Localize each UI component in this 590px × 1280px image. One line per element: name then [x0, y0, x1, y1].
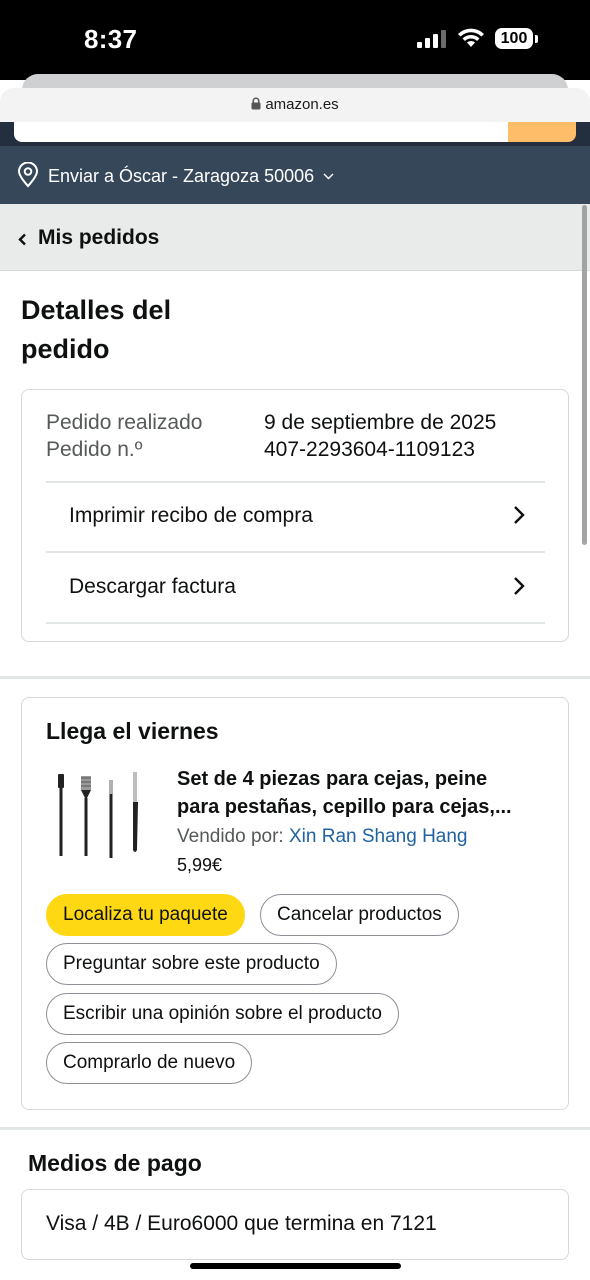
seller-link[interactable]: Xin Ran Shang Hang: [289, 826, 468, 847]
wifi-icon: [457, 27, 485, 54]
page-title-line1: Detalles del: [21, 295, 172, 325]
page-scrollbar[interactable]: [582, 205, 587, 545]
arrival-heading: Llega el viernes: [46, 718, 219, 744]
status-bar: 8:37 100: [0, 0, 590, 80]
download-invoice-label: Descargar factura: [69, 575, 236, 598]
status-time: 8:37: [84, 24, 138, 54]
page-title: Detalles del pedido: [21, 291, 281, 369]
payment-method-card: Visa / 4B / Euro6000 que termina en 7121: [21, 1189, 569, 1260]
track-package-button[interactable]: Localiza tu paquete: [46, 894, 245, 936]
print-receipt-label: Imprimir recibo de compra: [69, 504, 313, 527]
order-number-value: 407-2293604-1109123: [264, 438, 475, 461]
payment-methods-heading: Medios de pago: [28, 1150, 202, 1176]
browser-address-bar[interactable]: amazon.es: [0, 88, 590, 122]
buy-again-button[interactable]: Comprarlo de nuevo: [46, 1042, 253, 1084]
ask-product-question-button[interactable]: Preguntar sobre este producto: [46, 943, 337, 985]
browser-url: amazon.es: [265, 96, 339, 113]
cancel-items-button[interactable]: Cancelar productos: [260, 894, 459, 936]
order-number-label: Pedido n.º: [46, 438, 143, 461]
seller-info: Vendido por: Xin Ran Shang Hang: [177, 826, 468, 848]
chevron-left-icon: [18, 233, 27, 251]
delivery-location-bar[interactable]: Enviar a Óscar - Zaragoza 50006: [0, 146, 590, 204]
chevron-right-icon: [513, 576, 525, 601]
location-pin-icon: [17, 161, 39, 193]
product-price: 5,99€: [177, 855, 223, 875]
product-title-line2: para pestañas, cepillo para cejas,...: [177, 796, 512, 818]
home-indicator[interactable]: [190, 1263, 401, 1269]
chevron-down-icon: [323, 164, 334, 185]
shipment-card: Llega el viernes Set de 4 piezas para ce…: [21, 697, 569, 1110]
print-receipt-link[interactable]: Imprimir recibo de compra: [46, 482, 545, 550]
cellular-signal-icon: [417, 30, 447, 53]
order-date-value: 9 de septiembre de 2025: [264, 411, 497, 434]
divider: [46, 622, 545, 624]
order-summary-card: Pedido realizado 9 de septiembre de 2025…: [21, 389, 569, 642]
write-review-button[interactable]: Escribir una opinión sobre el producto: [46, 993, 399, 1035]
payment-method-text: Visa / 4B / Euro6000 que termina en 7121: [46, 1212, 437, 1235]
product-title-line1: Set de 4 piezas para cejas, peine: [177, 768, 488, 790]
battery-tip: [535, 35, 538, 43]
section-divider: [0, 676, 590, 679]
lock-icon: [251, 97, 261, 114]
seller-label: Vendido por:: [177, 826, 284, 847]
delivery-location-text: Enviar a Óscar - Zaragoza 50006: [48, 166, 315, 186]
product-title-link[interactable]: Set de 4 piezas para cejas, peine para p…: [177, 765, 549, 821]
back-link-label: Mis pedidos: [38, 226, 160, 249]
download-invoice-link[interactable]: Descargar factura: [46, 553, 545, 621]
page-title-line2: pedido: [21, 334, 110, 364]
battery-icon: 100: [495, 28, 533, 49]
section-divider: [0, 1127, 590, 1130]
chevron-right-icon: [513, 505, 525, 530]
order-date-label: Pedido realizado: [46, 411, 203, 434]
product-image[interactable]: [50, 770, 154, 862]
back-to-orders-link[interactable]: Mis pedidos: [0, 204, 590, 271]
